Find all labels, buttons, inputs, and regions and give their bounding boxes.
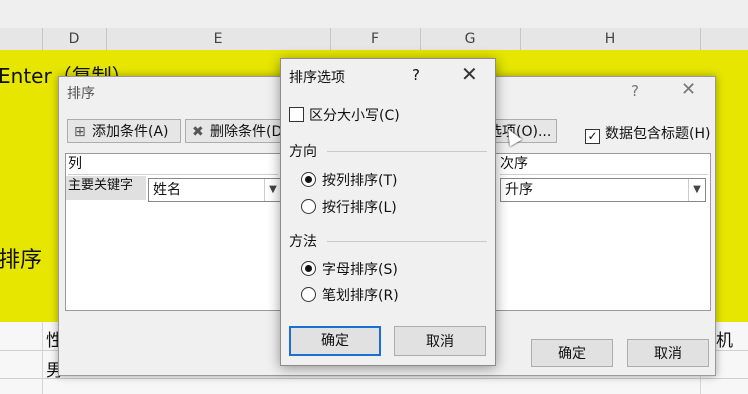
options-cancel-button[interactable]: 取消 [394,326,486,356]
cell-text-partial: 机 [716,331,733,351]
stroke-sort-radio[interactable]: 笔划排序(R) [301,285,399,305]
order-value: 升序 [505,182,533,198]
primary-key-select[interactable]: 姓名 ▼ [148,178,282,202]
sort-by-row-radio[interactable]: 按行排序(L) [301,197,397,217]
case-sensitive-checkbox[interactable]: 区分大小写(C) [289,105,400,125]
column-separator [106,28,107,50]
sort-ok-button[interactable]: 确定 [531,339,613,367]
column-header-label: 列 [68,154,278,175]
sort-by-row-label: 按行排序(L) [322,200,397,216]
sort-options-dialog: 排序选项 ? ✕ 区分大小写(C) 方向 按列排序(T) 按行排序(L) 方法 … [280,58,496,366]
add-condition-button[interactable]: ⊞ 添加条件(A) [67,119,181,143]
column-separator [42,28,43,50]
column-separator [520,28,521,50]
stroke-sort-label: 笔划排序(R) [322,288,399,304]
delete-condition-button[interactable]: ✖ 删除条件(D) [185,119,285,143]
column-header-g[interactable]: G [420,28,520,50]
letter-sort-radio[interactable]: 字母排序(S) [301,259,398,279]
cell-text-sort: 排序 [0,248,43,273]
radio-unselected-icon [301,199,316,214]
column-header-row: D E F G H [0,28,748,51]
method-group-label: 方法 [289,234,317,250]
chevron-down-icon: ▼ [264,179,281,201]
primary-key-label: 主要关键字 [66,176,146,200]
order-select[interactable]: 升序 ▼ [500,178,706,202]
orientation-group-label: 方向 [289,144,317,160]
close-icon[interactable]: ✕ [681,79,696,100]
close-icon[interactable]: ✕ [461,62,478,86]
has-headers-checkbox[interactable]: ✓ 数据包含标题(H) [585,123,710,144]
column-separator [330,28,331,50]
has-headers-label: 数据包含标题(H) [605,126,711,142]
column-header-e[interactable]: E [106,28,330,50]
add-condition-icon: ⊞ [74,124,86,140]
grid-line [42,322,43,394]
case-sensitive-label: 区分大小写(C) [309,108,400,124]
letter-sort-label: 字母排序(S) [322,262,398,278]
checkbox-unchecked-icon [289,107,304,122]
row-divider [0,378,748,379]
help-icon[interactable]: ? [412,66,420,84]
delete-condition-label: 删除条件(D) [210,124,285,140]
primary-key-value: 姓名 [153,182,181,198]
ribbon-area [0,0,748,28]
options-ok-button[interactable]: 确定 [289,326,381,356]
column-header-h[interactable]: H [520,28,700,50]
sort-by-column-radio[interactable]: 按列排序(T) [301,170,397,190]
column-header-f[interactable]: F [330,28,420,50]
radio-unselected-icon [301,287,316,302]
sort-by-column-label: 按列排序(T) [322,173,398,189]
sort-options-title: 排序选项 [289,70,345,86]
radio-selected-icon [301,172,316,187]
group-divider [327,241,487,242]
column-separator [700,28,701,50]
radio-selected-icon [301,261,316,276]
group-divider [327,151,487,152]
column-separator [420,28,421,50]
delete-icon: ✖ [192,124,204,140]
order-header-label: 次序 [500,154,708,175]
checkbox-checked-icon: ✓ [585,129,600,144]
add-condition-label: 添加条件(A) [92,124,169,140]
help-icon[interactable]: ? [631,82,639,100]
column-header-d[interactable]: D [42,28,106,50]
sort-cancel-button[interactable]: 取消 [627,339,709,367]
sort-dialog-title: 排序 [67,86,95,102]
chevron-down-icon: ▼ [688,179,705,201]
